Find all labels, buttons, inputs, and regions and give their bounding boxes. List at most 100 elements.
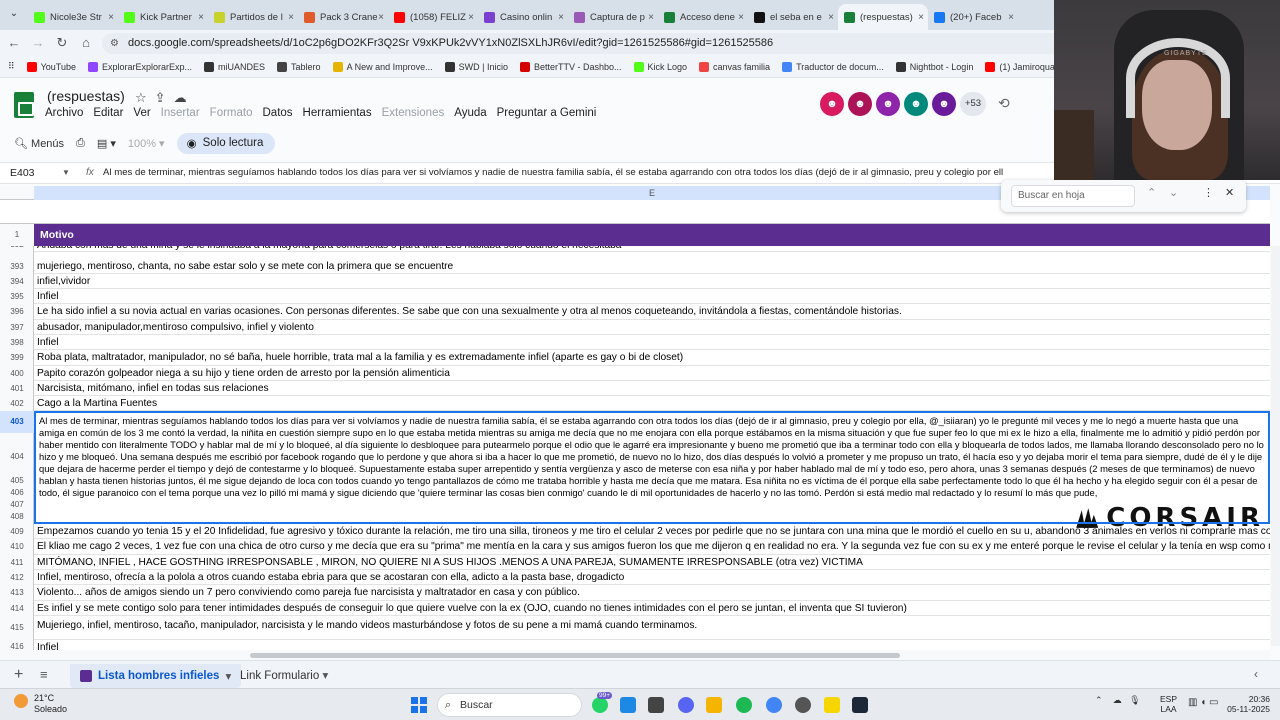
bookmark-item[interactable]: miUANDES (204, 61, 265, 72)
zoom-select[interactable]: 100% ▾ (128, 137, 165, 150)
close-tab-icon[interactable]: × (378, 12, 384, 23)
collapse-icon[interactable]: ‹ (1254, 667, 1258, 681)
chrome-icon[interactable] (766, 697, 782, 713)
table-cell[interactable]: infiel,vividor (34, 274, 1270, 289)
close-tab-icon[interactable]: × (558, 12, 564, 23)
sticky-notes-icon[interactable] (824, 697, 840, 713)
document-title[interactable]: (respuestas) (47, 88, 125, 104)
row-number[interactable]: 411 (0, 555, 34, 570)
print-icon[interactable]: ⎙ (76, 137, 85, 150)
row-number[interactable]: 406 (0, 487, 34, 499)
row-number[interactable]: 401 (0, 381, 34, 396)
terminal-icon[interactable] (648, 697, 664, 713)
menu-item[interactable]: Preguntar a Gemini (497, 107, 597, 119)
table-cell[interactable]: Narcisista, mitómano, infiel en todas su… (34, 381, 1270, 396)
cloud-status-icon[interactable]: ☁ (174, 90, 195, 105)
taskbar-search[interactable]: ⌕ Buscar (437, 693, 582, 717)
view-options-icon[interactable]: ▤ ▾ (97, 137, 116, 150)
bookmark-item[interactable]: Traductor de docum... (782, 61, 884, 72)
find-prev-icon[interactable]: ⌃ (1147, 186, 1156, 199)
browser-tab[interactable]: Partidos de l × (208, 4, 298, 30)
header-cell-motivo[interactable]: Motivo (34, 224, 1270, 246)
browser-tab[interactable]: (20+) Faceb × (928, 4, 1018, 30)
settings-icon[interactable] (795, 697, 811, 713)
bookmark-item[interactable]: Kick Logo (633, 61, 687, 72)
browser-tab[interactable]: Nicole3e Str × (28, 4, 118, 30)
formula-content[interactable]: Al mes de terminar, mientras seguíamos h… (103, 167, 1003, 178)
row-number[interactable]: 396 (0, 304, 34, 320)
row-number[interactable]: 399 (0, 350, 34, 366)
close-tab-icon[interactable]: × (738, 12, 744, 23)
table-cell[interactable]: El kliao me cago 2 veces, 1 vez fue con … (34, 539, 1270, 555)
browser-tab[interactable]: Casino onlin × (478, 4, 568, 30)
close-tab-icon[interactable]: × (468, 12, 474, 23)
row-number[interactable]: 413 (0, 585, 34, 601)
close-tab-icon[interactable]: × (108, 12, 114, 23)
browser-tab[interactable]: (respuestas) × (838, 4, 928, 30)
sheet-tab-link-formulario[interactable]: Link Formulario ▾ (240, 668, 328, 682)
scrollbar-thumb[interactable] (250, 653, 900, 658)
tab-search-icon[interactable]: ⌄ (6, 8, 22, 22)
row-number[interactable]: 416 (0, 640, 34, 650)
onedrive-icon[interactable]: ☁ (1113, 695, 1122, 705)
menu-item[interactable]: Extensiones (382, 107, 445, 119)
table-cell[interactable]: abusador, manipulador,mentiroso compulsi… (34, 320, 1270, 335)
table-cell[interactable]: Infiel, mentiroso, ofrecía a la polola a… (34, 570, 1270, 585)
table-cell[interactable]: Infiel (34, 335, 1270, 350)
menu-item[interactable]: Archivo (45, 107, 83, 119)
row-number[interactable]: 395 (0, 289, 34, 304)
row-number[interactable]: 392 (0, 246, 34, 252)
bookmark-item[interactable]: ExplorarExplorarExp... (87, 61, 192, 72)
spotify-icon[interactable] (736, 697, 752, 713)
find-next-icon[interactable]: ⌄ (1169, 186, 1178, 199)
windows-start-icon[interactable] (411, 697, 427, 713)
table-cell[interactable]: Infiel (34, 289, 1270, 304)
network-volume-icons[interactable]: ▥ ◖ ▭ (1188, 697, 1219, 708)
bookmark-item[interactable]: SWD | Inicio (444, 61, 508, 72)
table-cell[interactable]: MITÓMANO, INFIEL , HACE GOSTHING IRRESPO… (34, 555, 1270, 570)
forward-arrow-icon[interactable]: → (30, 35, 46, 51)
row-number[interactable]: 407 (0, 499, 34, 511)
notepad-icon[interactable] (620, 697, 636, 713)
star-icon[interactable]: ☆ (135, 90, 155, 105)
steam-icon[interactable] (852, 697, 868, 713)
back-arrow-icon[interactable]: ← (6, 35, 22, 51)
row-number[interactable]: 402 (0, 396, 34, 411)
row-number[interactable]: 410 (0, 539, 34, 555)
more-options-icon[interactable]: ⋮ (1203, 186, 1214, 199)
clock[interactable]: 20:36 05-11-2025 (1224, 694, 1270, 714)
home-icon[interactable]: ⌂ (78, 35, 94, 51)
sheet-tab-active[interactable]: Lista hombres infieles ▾ (70, 664, 242, 688)
row-number[interactable]: 398 (0, 335, 34, 350)
table-cell[interactable]: mujeriego, mentiroso, chanta, no sabe es… (34, 259, 1270, 274)
file-explorer-icon[interactable] (706, 697, 722, 713)
weather-icon[interactable] (14, 694, 28, 708)
row-number[interactable]: 393 (0, 259, 34, 274)
close-tab-icon[interactable]: × (1008, 12, 1014, 23)
row-number[interactable]: 408 (0, 511, 34, 523)
menu-item[interactable]: Formato (210, 107, 253, 119)
all-sheets-icon[interactable]: ≡ (40, 667, 48, 682)
google-sheets-logo-icon[interactable] (14, 92, 34, 118)
microphone-icon[interactable]: 🎙︎ (1129, 695, 1140, 705)
site-info-icon[interactable]: ⚙ (110, 33, 119, 54)
menus-search[interactable]: 🔍︎ Menús (14, 137, 64, 150)
row-number[interactable]: 409 (0, 524, 34, 539)
close-tab-icon[interactable]: × (828, 12, 834, 23)
whatsapp-icon[interactable] (592, 697, 608, 713)
close-tab-icon[interactable]: × (288, 12, 294, 23)
find-input[interactable]: Buscar en hoja (1011, 185, 1135, 207)
reload-icon[interactable]: ↻ (54, 35, 70, 51)
system-tray[interactable]: ⌃ ☁ 🎙︎ (1095, 695, 1141, 706)
chevron-down-icon[interactable]: ▾ (225, 669, 231, 683)
menu-item[interactable]: Editar (93, 107, 123, 119)
row-number[interactable]: 414 (0, 601, 34, 616)
bookmark-item[interactable]: A New and Improve... (332, 61, 433, 72)
name-box[interactable]: E403 (10, 167, 35, 179)
close-icon[interactable]: ✕ (1225, 186, 1234, 199)
table-cell[interactable]: Andaba con más de una mina y se le insin… (34, 246, 1270, 252)
browser-tab[interactable]: Kick Partner × (118, 4, 208, 30)
menu-item[interactable]: Ver (133, 107, 150, 119)
browser-tab[interactable]: (1058) FELIZ × (388, 4, 478, 30)
chevron-up-icon[interactable]: ⌃ (1095, 695, 1103, 705)
